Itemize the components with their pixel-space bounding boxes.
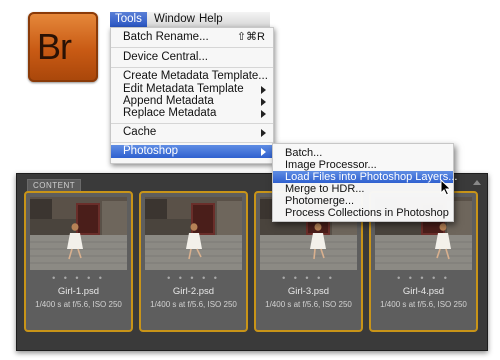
submenu-item-photomerge[interactable]: Photomerge... (273, 195, 453, 207)
thumbnail-metadata: 1/400 s at f/5.6, ISO 250 (150, 300, 237, 309)
submenu-arrow-icon (261, 86, 266, 94)
merge-to-hdr-label: Merge to HDR... (285, 183, 365, 195)
submenu-item-load-files-into-layers[interactable]: Load Files into Photoshop Layers... (273, 171, 457, 183)
thumbnail-metadata: 1/400 s at f/5.6, ISO 250 (35, 300, 122, 309)
load-files-label: Load Files into Photoshop Layers... (285, 171, 458, 183)
submenu-arrow-icon (261, 110, 266, 118)
rating-dots[interactable]: • • • • • (141, 273, 246, 283)
submenu-item-process-collections[interactable]: Process Collections in Photoshop (273, 207, 453, 219)
rating-dots[interactable]: • • • • • (26, 273, 131, 283)
submenu-item-merge-to-hdr[interactable]: Merge to HDR... (273, 183, 453, 195)
photo-thumbnail (30, 197, 127, 270)
rating-dots[interactable]: • • • • • (371, 273, 476, 283)
mouse-pointer-icon (440, 179, 452, 196)
menu-separator (111, 47, 273, 48)
menu-item-replace-metadata[interactable]: Replace Metadata (111, 107, 273, 120)
thumbnail-filename: Girl-1.psd (57, 286, 100, 297)
thumbnail-metadata: 1/400 s at f/5.6, ISO 250 (380, 300, 467, 309)
photo-thumbnail (145, 197, 242, 270)
process-collections-label: Process Collections in Photoshop (285, 207, 449, 219)
menu-separator (111, 142, 273, 143)
thumbnail-filename: Girl-2.psd (172, 286, 215, 297)
panel-menu-icon[interactable] (473, 180, 481, 185)
photoshop-label: Photoshop (123, 145, 178, 157)
rating-dots[interactable]: • • • • • (256, 273, 361, 283)
bridge-app-icon: Br (28, 12, 98, 82)
replace-metadata-label: Replace Metadata (123, 107, 217, 119)
submenu-arrow-icon (261, 148, 266, 156)
thumbnail-metadata: 1/400 s at f/5.6, ISO 250 (265, 300, 352, 309)
menu-item-batch-rename[interactable]: Batch Rename... ⇧⌘R (111, 31, 273, 44)
menu-help[interactable]: Help (194, 12, 228, 27)
menu-item-cache[interactable]: Cache (111, 126, 273, 139)
submenu-item-batch[interactable]: Batch... (273, 147, 453, 159)
menu-separator (111, 67, 273, 68)
menu-item-photoshop[interactable]: Photoshop (111, 145, 273, 158)
thumbnail-card[interactable]: • • • • • Girl-1.psd 1/400 s at f/5.6, I… (24, 191, 133, 332)
menu-window[interactable]: Window (149, 12, 200, 27)
menu-bar: Tools Window Help (110, 12, 270, 28)
menu-item-device-central[interactable]: Device Central... (111, 51, 273, 64)
menu-separator (111, 123, 273, 124)
photoshop-submenu: Batch... Image Processor... Load Files i… (272, 143, 457, 222)
tools-menu: Batch Rename... ⇧⌘R Device Central... Cr… (110, 27, 274, 164)
menu-tools[interactable]: Tools (110, 12, 147, 27)
batch-label: Batch... (285, 147, 323, 159)
create-metadata-template-label: Create Metadata Template... (123, 70, 268, 82)
app-icon-text: Br (37, 26, 72, 67)
submenu-arrow-icon (261, 98, 266, 106)
batch-rename-shortcut: ⇧⌘R (236, 31, 265, 43)
photomerge-label: Photomerge... (285, 195, 355, 207)
thumbnail-filename: Girl-3.psd (287, 286, 330, 297)
image-processor-label: Image Processor... (285, 159, 377, 171)
submenu-item-image-processor[interactable]: Image Processor... (273, 159, 453, 171)
thumbnail-filename: Girl-4.psd (402, 286, 445, 297)
submenu-arrow-icon (261, 129, 266, 137)
batch-rename-label: Batch Rename... (123, 31, 209, 43)
device-central-label: Device Central... (123, 51, 209, 63)
menu-item-create-metadata-template[interactable]: Create Metadata Template... (111, 70, 273, 83)
cache-label: Cache (123, 126, 157, 138)
thumbnail-card[interactable]: • • • • • Girl-2.psd 1/400 s at f/5.6, I… (139, 191, 248, 332)
